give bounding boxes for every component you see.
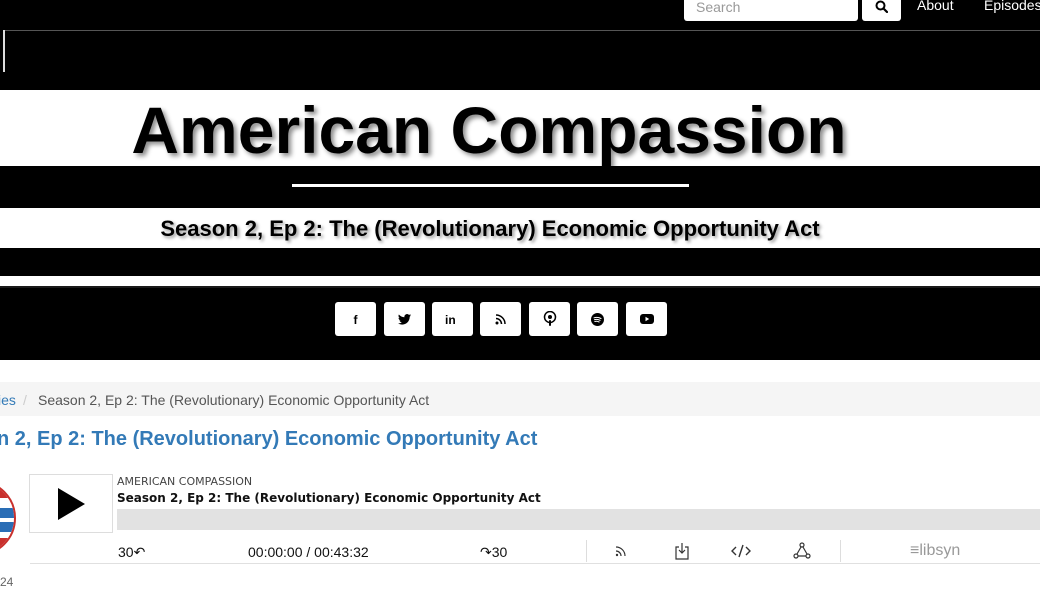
player-episode-title: Season 2, Ep 2: The (Revolutionary) Econ… (117, 491, 541, 505)
search-input[interactable] (684, 0, 858, 21)
play-button[interactable] (29, 474, 113, 533)
spotify-button[interactable] (577, 302, 618, 336)
artwork-stripe (0, 508, 14, 518)
forward-30-button[interactable]: ↷30 (480, 544, 507, 561)
player-controls: 30↶ 00:00:00 / 00:43:32 ↷30 ≡libsyn (30, 540, 1040, 564)
download-button[interactable] (672, 541, 692, 561)
breadcrumb: ies / Season 2, Ep 2: The (Revolutionary… (0, 382, 1040, 416)
facebook-icon: f (353, 313, 358, 325)
libsyn-logo[interactable]: ≡libsyn (910, 542, 960, 560)
band-separator-shadow (0, 286, 1040, 288)
linkedin-icon: in (445, 313, 456, 325)
rewind-30-button[interactable]: 30↶ (118, 544, 145, 561)
podcast-icon (543, 311, 556, 326)
search-button[interactable] (862, 0, 901, 21)
title-banner: American Compassion (0, 90, 1040, 168)
controls-divider (586, 540, 587, 562)
apple-podcasts-button[interactable] (529, 302, 570, 336)
search-icon (875, 0, 888, 13)
youtube-icon (639, 314, 654, 324)
title-underline-band (0, 166, 1040, 208)
subscribe-button[interactable] (611, 541, 631, 561)
twitter-button[interactable] (384, 302, 425, 336)
nav-link-about[interactable]: About (917, 0, 954, 13)
svg-text:in: in (445, 313, 456, 325)
artwork-stripe (0, 522, 14, 532)
artwork-stripe (0, 538, 14, 548)
share-icon (793, 542, 811, 559)
breadcrumb-current: Season 2, Ep 2: The (Revolutionary) Econ… (38, 392, 430, 408)
navbar-edge (3, 30, 5, 72)
post-title[interactable]: n 2, Ep 2: The (Revolutionary) Economic … (0, 428, 537, 451)
rss-icon (615, 546, 626, 557)
player-show-name: AMERICAN COMPASSION (117, 475, 253, 488)
download-icon (675, 543, 689, 560)
episode-artwork (0, 480, 16, 556)
code-icon (731, 544, 751, 558)
breadcrumb-separator: / (23, 392, 27, 408)
controls-divider (840, 540, 841, 562)
post-date: 24 (0, 575, 14, 589)
artwork-stripe (0, 488, 14, 498)
facebook-button[interactable]: f (335, 302, 376, 336)
spotify-icon (591, 312, 604, 326)
twitter-icon (398, 313, 411, 325)
navbar-divider (4, 30, 1040, 31)
share-button[interactable] (792, 541, 812, 561)
band-separator (0, 276, 1040, 286)
nav-link-episodes[interactable]: Episodes (984, 0, 1040, 13)
rss-button[interactable] (480, 302, 521, 336)
episode-heading: Season 2, Ep 2: The (Revolutionary) Econ… (160, 216, 820, 241)
top-navbar: About Episodes (0, 0, 1040, 90)
breadcrumb-episodes-link[interactable]: ies (0, 392, 16, 408)
rss-icon (495, 313, 506, 324)
site-title[interactable]: American Compassion (0, 92, 978, 168)
time-display: 00:00:00 / 00:43:32 (248, 544, 369, 560)
youtube-button[interactable] (626, 302, 667, 336)
play-icon (58, 487, 85, 520)
progress-bar[interactable] (117, 509, 1040, 530)
episode-heading-band: Season 2, Ep 2: The (Revolutionary) Econ… (0, 208, 1040, 248)
linkedin-button[interactable]: in (432, 302, 473, 336)
title-underline (292, 184, 689, 187)
svg-text:f: f (353, 313, 358, 325)
embed-button[interactable] (731, 541, 751, 561)
